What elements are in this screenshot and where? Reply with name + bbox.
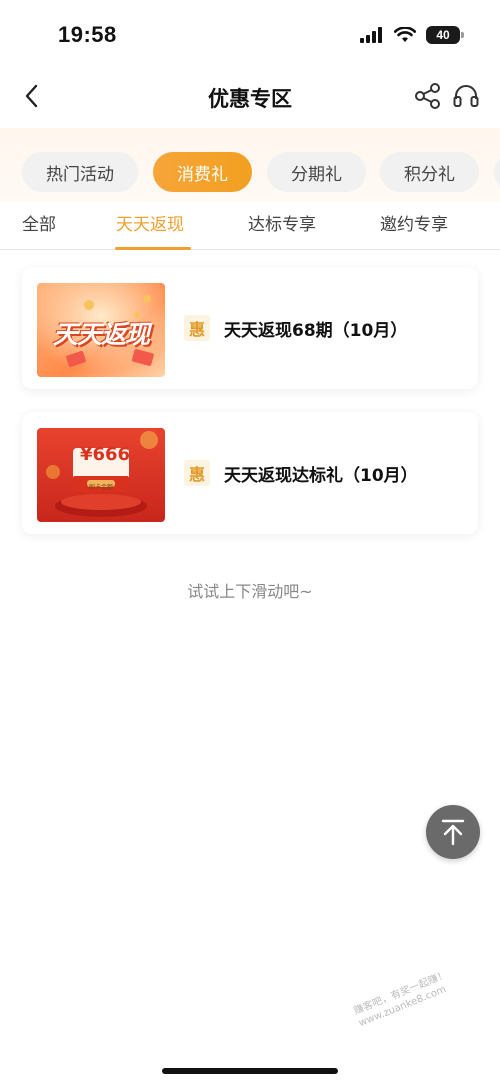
nav-bar: 优惠专区 <box>0 64 500 128</box>
category-pill-points[interactable]: 积分礼 <box>380 152 479 192</box>
share-icon <box>415 83 440 109</box>
content-area: 天天返现 惠 天天返现68期（10月） ¥666 刷卡金额 惠 天天返现达标礼（… <box>0 251 500 1084</box>
home-indicator[interactable] <box>162 1068 338 1074</box>
promo-thumbnail-subtext: 刷卡金额 <box>88 484 113 491</box>
discount-badge: 惠 <box>184 315 210 341</box>
share-button[interactable] <box>412 80 444 112</box>
category-pill-more[interactable] <box>494 152 500 192</box>
signal-icon <box>360 27 382 43</box>
category-bar: 热门活动 消费礼 分期礼 积分礼 <box>0 128 500 202</box>
promo-card-title: 天天返现达标礼（10月） <box>224 466 418 486</box>
discount-badge: 惠 <box>184 460 210 486</box>
promo-thumbnail: ¥666 刷卡金额 <box>37 428 165 522</box>
arrow-up-to-top-icon <box>441 819 465 846</box>
sub-tabs: 全部 天天返现 达标专享 邀约专享 <box>0 202 500 250</box>
category-pill-hot[interactable]: 热门活动 <box>22 152 138 192</box>
status-time: 19:58 <box>58 22 117 47</box>
promo-thumbnail: 天天返现 <box>37 283 165 377</box>
tab-invite-exclusive[interactable]: 邀约专享 <box>380 210 448 235</box>
customer-service-button[interactable] <box>450 80 482 112</box>
status-icons: 40 <box>360 26 464 44</box>
scroll-hint: 试试上下滑动吧~ <box>187 582 313 601</box>
back-to-top-button[interactable] <box>426 805 480 859</box>
promo-card[interactable]: 天天返现 惠 天天返现68期（10月） <box>22 267 478 389</box>
active-tab-indicator <box>115 247 191 250</box>
tab-all[interactable]: 全部 <box>22 210 56 235</box>
tab-target-exclusive[interactable]: 达标专享 <box>248 210 316 235</box>
promo-card-title: 天天返现68期（10月） <box>224 321 408 341</box>
category-pill-installment[interactable]: 分期礼 <box>267 152 366 192</box>
wifi-icon <box>394 27 416 42</box>
battery-icon: 40 <box>426 26 464 44</box>
promo-thumbnail-text: 天天返现 <box>52 320 150 349</box>
tab-daily-cashback[interactable]: 天天返现 <box>116 210 184 235</box>
promo-thumbnail-amount: ¥666 <box>79 444 131 465</box>
status-bar: 19:58 40 <box>0 0 500 64</box>
promo-card[interactable]: ¥666 刷卡金额 惠 天天返现达标礼（10月） <box>22 412 478 534</box>
headset-icon <box>453 85 479 107</box>
category-pill-consumption[interactable]: 消费礼 <box>153 152 252 192</box>
